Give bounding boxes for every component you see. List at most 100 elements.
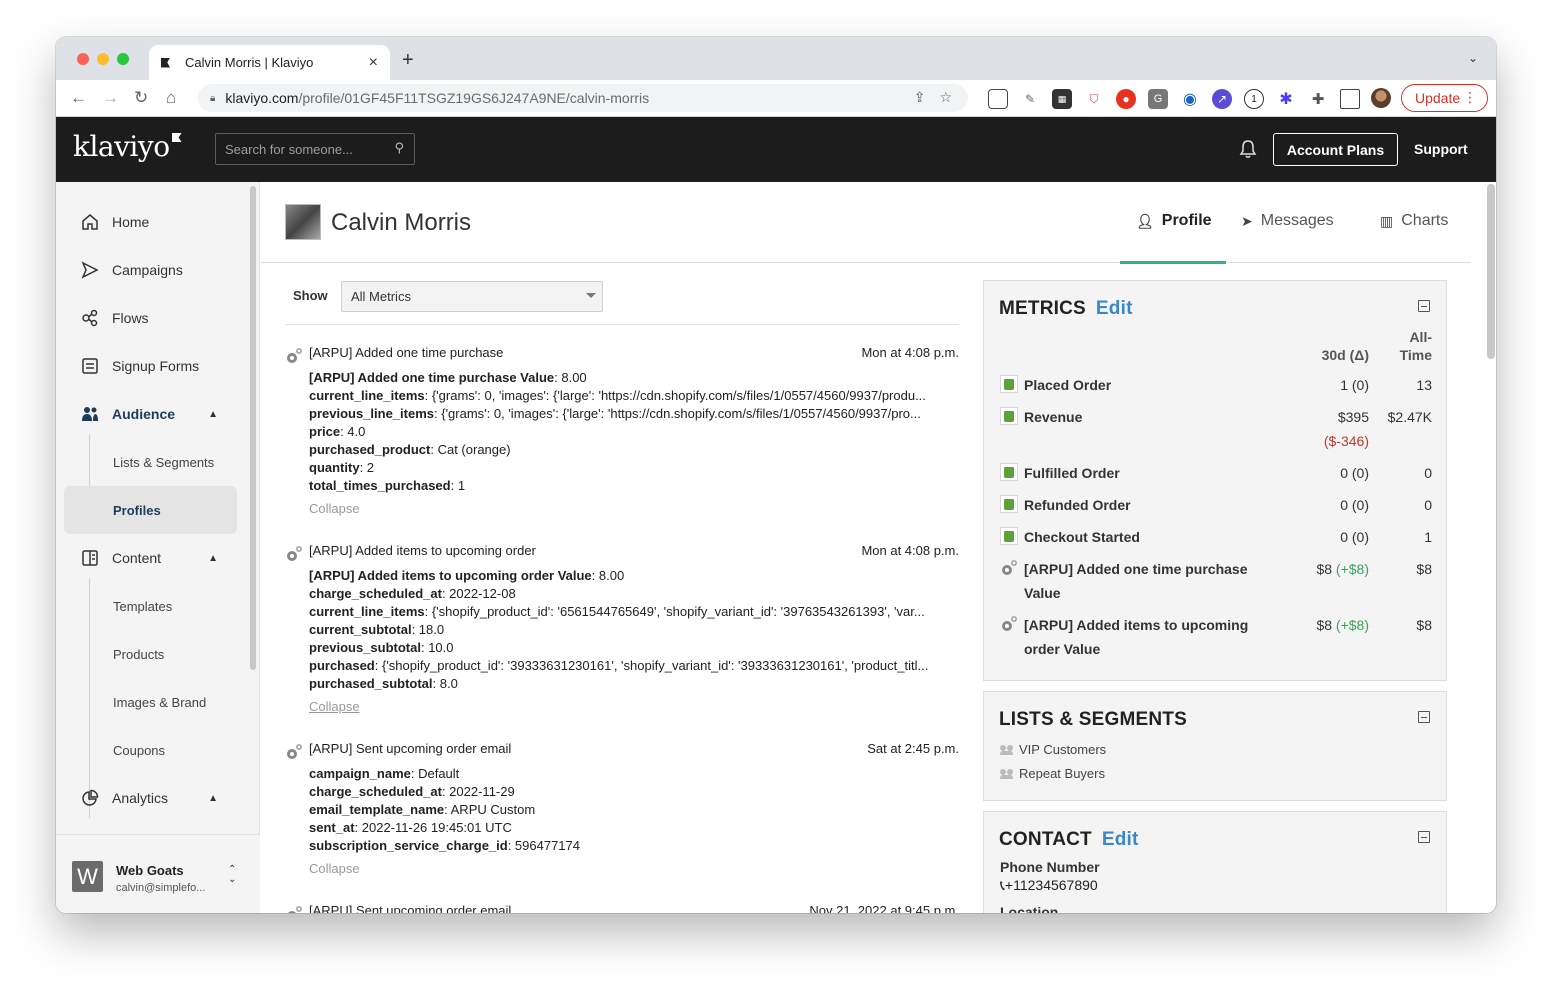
collapse-link[interactable]: Collapse (309, 861, 360, 876)
property-key: charge_scheduled_at (309, 586, 442, 601)
g-extension-icon[interactable]: G (1148, 89, 1168, 109)
metric-filter-select[interactable]: All Metrics (341, 281, 603, 312)
notifications-bell-icon[interactable] (1239, 139, 1257, 159)
send-icon (80, 260, 100, 280)
bookmark-star-icon[interactable]: ☆ (939, 89, 952, 106)
browser-profile-avatar[interactable] (1371, 88, 1391, 108)
grid-extension-icon[interactable]: ▦ (1052, 89, 1072, 109)
sidebar-item-products[interactable]: Products (64, 630, 237, 678)
chevron-up-icon[interactable]: ▲ (208, 553, 218, 564)
event-property: purchased_subtotal: 8.0 (309, 675, 959, 693)
blue-c-extension-icon[interactable]: ◉ (1180, 89, 1200, 109)
collapse-link[interactable]: Collapse (309, 501, 360, 516)
klaviyo-logo[interactable]: klaviyo (73, 130, 182, 163)
lock-icon[interactable]: 🔒︎ (210, 93, 215, 104)
close-window-button[interactable] (77, 53, 89, 65)
shopify-bag-icon (1000, 463, 1018, 481)
tab-messages[interactable]: ➤ Messages (1241, 212, 1334, 230)
property-key: price (309, 424, 341, 439)
sidebar-item-content[interactable]: Content ▲ (56, 538, 260, 578)
close-tab-icon[interactable]: × (369, 54, 378, 72)
reload-icon[interactable]: ↻ (134, 88, 148, 108)
collapse-panel-icon[interactable] (1418, 300, 1430, 312)
sidebar-item-audience[interactable]: Audience ▲ (56, 394, 260, 434)
event-title: [ARPU] Sent upcoming order email (309, 903, 512, 913)
home-icon[interactable]: ⌂ (166, 88, 176, 108)
list-item[interactable]: Repeat Buyers (1000, 766, 1105, 781)
sidepanel-icon[interactable] (1340, 89, 1360, 109)
event-property: previous_line_items: {'grams': 0, 'image… (309, 405, 959, 423)
metric-row[interactable]: Revenue $395 ($-346) $2.47K (1000, 405, 1432, 453)
search-icon[interactable]: ⚲ (394, 140, 404, 156)
sidebar-label-flows: Flows (112, 310, 149, 326)
update-button[interactable]: Update ⋮ (1401, 84, 1488, 112)
metric-row[interactable]: [ARPU] Added items to upcoming order Val… (1000, 613, 1432, 661)
account-name: Web Goats (116, 863, 184, 878)
sidebar-label-campaigns: Campaigns (112, 262, 183, 278)
new-tab-icon[interactable]: + (402, 49, 414, 72)
forward-arrow-icon[interactable]: → (102, 88, 119, 108)
collapse-panel-icon[interactable] (1418, 831, 1430, 843)
app-header: klaviyo Search for someone... ⚲ Account … (56, 117, 1496, 182)
sidebar-item-analytics[interactable]: Analytics ▲ (56, 778, 260, 818)
property-key: subscription_service_charge_id (309, 838, 508, 853)
property-value: : 2022-11-26 19:45:01 UTC (354, 820, 512, 835)
sidebar-item-templates[interactable]: Templates (64, 582, 237, 630)
zoom-window-button[interactable] (117, 53, 129, 65)
support-link[interactable]: Support (1414, 141, 1468, 157)
list-item-label: Repeat Buyers (1019, 766, 1105, 781)
share-icon[interactable]: ⇪ (914, 89, 926, 106)
onepassword-icon[interactable]: 1 (1244, 89, 1264, 109)
browser-tab[interactable]: Calvin Morris | Klaviyo × (149, 45, 390, 80)
chevron-up-icon[interactable]: ▲ (208, 409, 218, 420)
puzzle-extensions-icon[interactable]: ✚ (1308, 89, 1328, 109)
eraser-extension-icon[interactable]: ✎ (1020, 89, 1040, 109)
sidebar-item-lists-segments[interactable]: Lists & Segments (64, 438, 237, 486)
tab-charts-label: Charts (1401, 212, 1449, 229)
more-vert-icon[interactable]: ⋮ (1463, 89, 1477, 106)
screenshot-extension-icon[interactable] (988, 89, 1008, 109)
metric-name: Placed Order (1024, 377, 1112, 393)
gears-icon (288, 906, 302, 913)
account-email: calvin@simplefo... (116, 882, 206, 894)
browser-toolbar: ← → ↻ ⌂ 🔒︎ klaviyo.com/profile/01GF45F11… (56, 80, 1496, 117)
profile-search-input[interactable]: Search for someone... ⚲ (215, 133, 415, 165)
metric-row[interactable]: [ARPU] Added one time purchase Value $8 … (1000, 557, 1432, 605)
tab-profile[interactable]: 👤︎ Profile (1136, 212, 1212, 230)
sidebar-item-campaigns[interactable]: Campaigns (56, 250, 260, 290)
metrics-edit-link[interactable]: Edit (1096, 298, 1133, 319)
sidebar-item-flows[interactable]: Flows (56, 298, 260, 338)
metric-name: Revenue (1024, 409, 1083, 425)
account-switcher[interactable]: W Web Goats calvin@simplefo... ⌃ ⌄ (56, 834, 260, 913)
address-bar[interactable]: 🔒︎ klaviyo.com/profile/01GF45F11TSGZ19GS… (198, 84, 968, 112)
event-time: Sat at 2:45 p.m. (867, 741, 959, 756)
main-scrollbar[interactable] (1487, 184, 1495, 359)
sparkle-extension-icon[interactable]: ✱ (1276, 89, 1296, 109)
red-extension-icon[interactable]: ● (1116, 89, 1136, 109)
purple-extension-icon[interactable]: ↗ (1212, 89, 1232, 109)
account-plans-button[interactable]: Account Plans (1273, 133, 1398, 166)
sidebar-item-signup-forms[interactable]: Signup Forms (56, 346, 260, 386)
metric-30d-value: $8 (1316, 561, 1333, 577)
back-arrow-icon[interactable]: ← (70, 88, 87, 108)
chevron-up-icon[interactable]: ▲ (208, 793, 218, 804)
collapse-link[interactable]: Collapse (309, 699, 360, 714)
minimize-window-button[interactable] (97, 53, 109, 65)
list-item[interactable]: VIP Customers (1000, 742, 1106, 757)
sidebar-item-home[interactable]: Home (56, 202, 260, 242)
tab-list-chevron-icon[interactable]: ⌄ (1468, 51, 1478, 65)
sidebar-item-coupons[interactable]: Coupons (64, 726, 237, 774)
property-key: current_line_items (309, 388, 425, 403)
pocket-icon[interactable]: ⛉ (1084, 89, 1104, 109)
property-key: current_subtotal (309, 622, 412, 637)
contact-edit-link[interactable]: Edit (1102, 829, 1139, 850)
sidebar-scrollbar[interactable] (250, 186, 256, 670)
metric-30d: $395 (1337, 409, 1369, 425)
tab-charts[interactable]: ▥ Charts (1380, 212, 1448, 230)
house-icon (80, 212, 100, 232)
chevron-up-down-icon[interactable]: ⌃ ⌄ (228, 865, 236, 885)
sidebar-item-profiles[interactable]: Profiles (64, 486, 237, 534)
collapse-panel-icon[interactable] (1418, 711, 1430, 723)
contact-title-text: CONTACT (999, 829, 1092, 850)
sidebar-item-images-brand[interactable]: Images & Brand (64, 678, 237, 726)
